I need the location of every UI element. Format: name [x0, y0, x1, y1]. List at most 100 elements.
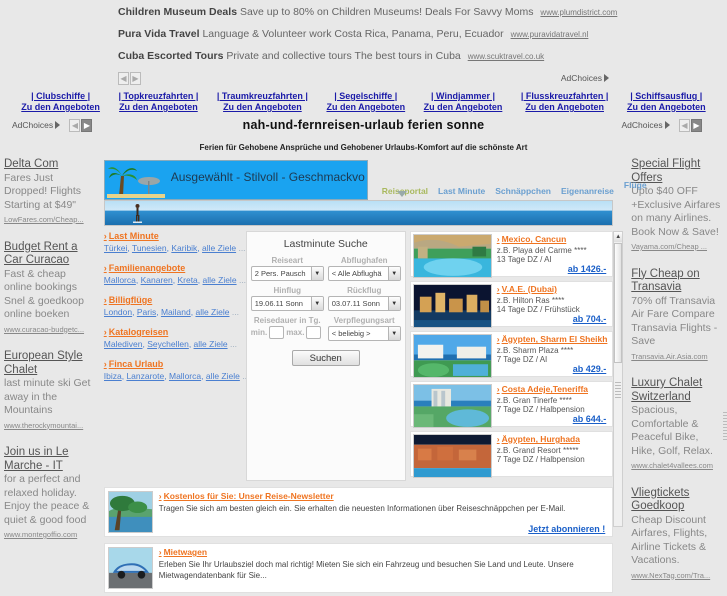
site-banner[interactable]: Ausgewählt - Stilvoll - Geschmackvo: [103, 160, 368, 200]
sublink[interactable]: London: [104, 307, 132, 317]
sidebar-ad[interactable]: Delta Com Fares Just Dropped! Flights St…: [4, 158, 96, 227]
cruise-link-bottom[interactable]: Zu den Angeboten: [627, 102, 706, 113]
mietwagen-promo[interactable]: › Mietwagen Erleben Sie Ihr Urlaubsziel d…: [103, 543, 614, 593]
cruise-link-cell[interactable]: | Windjammer | Zu den Angeboten: [424, 91, 503, 113]
sublink[interactable]: Malediven: [104, 339, 143, 349]
sidebar-ad[interactable]: Special Flight Offers Upto $40 OFF +Excl…: [631, 158, 723, 254]
sublink[interactable]: Kreta: [177, 275, 197, 285]
cruise-link-cell[interactable]: | Flusskreuzfahrten | Zu den Angeboten: [521, 91, 609, 113]
sidebar-ad-url[interactable]: www.montegoffio.com: [4, 528, 96, 542]
next-arrow-icon[interactable]: ▶: [130, 72, 141, 85]
abflughafen-select[interactable]: < Alle Abflughä ▼: [327, 266, 401, 281]
offer-title[interactable]: › Ägypten, Sharm El Sheikh: [497, 334, 611, 344]
scroll-up-arrow-icon[interactable]: ▲: [614, 232, 623, 242]
tab-eigenanreise[interactable]: Eigenanreise: [561, 186, 614, 196]
prev-arrow-icon[interactable]: ◀: [118, 72, 129, 85]
sublink[interactable]: Tunesien: [132, 243, 167, 253]
verpflegung-select[interactable]: < beliebig > ▼: [327, 326, 401, 341]
sidebar-ad-url[interactable]: www.NexTag.com/Tra...: [631, 569, 723, 583]
offer-title[interactable]: › Mexico, Cancun: [497, 234, 611, 244]
category-heading[interactable]: › Familienangebote: [104, 263, 246, 273]
cruise-link-top[interactable]: | Segelschiffe |: [326, 91, 405, 102]
top-ad-url[interactable]: www.plumdistrict.com: [540, 8, 617, 17]
offers-scrollbar[interactable]: ▲: [613, 231, 624, 527]
cruise-link-bottom[interactable]: Zu den Angeboten: [521, 102, 609, 113]
sidebar-ad-heading[interactable]: Fly Cheap on Transavia: [631, 268, 723, 295]
offer-price[interactable]: ab 704.-: [573, 314, 607, 324]
offer-price[interactable]: ab 644.-: [573, 414, 607, 424]
newsletter-subscribe-link[interactable]: Jetzt abonnieren !: [528, 524, 605, 534]
sidebar-ad-url[interactable]: www.curacao-budgetc...: [4, 323, 96, 337]
top-ad-url[interactable]: www.scuktravel.co.uk: [468, 52, 544, 61]
top-ad-row[interactable]: Cuba Escorted Tours Private and collecti…: [118, 50, 727, 63]
sublink[interactable]: Seychellen: [147, 339, 189, 349]
category-heading[interactable]: › Last Minute: [104, 231, 246, 241]
ad-carousel-arrows[interactable]: ◀ ▶: [118, 72, 142, 85]
adchoices-left[interactable]: AdChoices ◀ ▶: [12, 119, 93, 132]
newsletter-title[interactable]: › Kostenlos für Sie: Unser Reise-Newslett…: [159, 491, 610, 501]
sublink[interactable]: Kanaren: [141, 275, 173, 285]
tab-last-minute[interactable]: Last Minute: [438, 186, 485, 196]
tab-fluege[interactable]: Flüge: [624, 180, 647, 190]
rueckflug-select[interactable]: 03.07.11 Sonn ▼: [327, 296, 401, 311]
sidebar-ad-url[interactable]: www.therockymountai...: [4, 419, 96, 433]
sidebar-ad-heading[interactable]: Luxury Chalet Switzerland: [631, 377, 723, 404]
adchoices-right[interactable]: AdChoices ◀ ▶: [622, 119, 703, 132]
category-heading[interactable]: › Katalogreisen: [104, 327, 246, 337]
sublink[interactable]: alle Ziele: [206, 371, 240, 381]
sublink[interactable]: Türkei: [104, 243, 128, 253]
sidebar-ad-heading[interactable]: Budget Rent a Car Curacao: [4, 241, 96, 268]
next-arrow-icon[interactable]: ▶: [81, 119, 93, 132]
chevron-down-icon[interactable]: ▼: [310, 267, 323, 280]
sublink[interactable]: Ibiza: [104, 371, 122, 381]
category-heading[interactable]: › Finca Urlaub: [104, 359, 246, 369]
tab-schnaeppchen[interactable]: Schnäppchen: [495, 186, 551, 196]
sidebar-ad[interactable]: European Style Chalet last minute ski Ge…: [4, 350, 96, 432]
cruise-link-cell[interactable]: | Schiffsausflug | Zu den Angeboten: [627, 91, 706, 113]
offer-item[interactable]: › Ägypten, Hurghada z.B. Grand Resort ***…: [409, 431, 614, 478]
sublink[interactable]: alle Ziele: [195, 307, 229, 317]
adchoices-top[interactable]: AdChoices: [561, 73, 609, 83]
cruise-link-cell[interactable]: | Segelschiffe | Zu den Angeboten: [326, 91, 405, 113]
scrollbar-thumb[interactable]: [614, 243, 623, 363]
reiseart-select[interactable]: 2 Pers. Pausch ▼: [250, 266, 324, 281]
sidebar-ad[interactable]: Budget Rent a Car Curacao Fast & cheap o…: [4, 241, 96, 337]
offer-title[interactable]: › Ägypten, Hurghada: [497, 434, 611, 444]
sidebar-ad-url[interactable]: www.chalet4vallees.com: [631, 459, 723, 473]
sidebar-ad-url[interactable]: Transavia.Air.Asia.com: [631, 350, 723, 364]
sidebar-ad-url[interactable]: LowFares.com/Cheap...: [4, 213, 96, 227]
sidebar-ad[interactable]: Luxury Chalet Switzerland Spacious, Comf…: [631, 377, 723, 473]
newsletter-promo[interactable]: › Kostenlos für Sie: Unser Reise-Newslett…: [103, 487, 614, 537]
cruise-link-cell[interactable]: | Topkreuzfahrten | Zu den Angeboten: [118, 91, 198, 113]
chevron-down-icon[interactable]: ▼: [387, 327, 400, 340]
cruise-link-top[interactable]: | Topkreuzfahrten |: [118, 91, 198, 102]
chevron-down-icon[interactable]: ▼: [310, 297, 323, 310]
sublink[interactable]: Mallorca: [104, 275, 136, 285]
sublink[interactable]: Mailand: [161, 307, 191, 317]
sublink[interactable]: alle Ziele: [202, 243, 236, 253]
cruise-link-top[interactable]: | Schiffsausflug |: [627, 91, 706, 102]
sublink[interactable]: Lanzarote: [126, 371, 164, 381]
top-ad-row[interactable]: Children Museum Deals Save up to 80% on …: [118, 6, 727, 19]
hinflug-select[interactable]: 19.06.11 Sonn ▼: [250, 296, 324, 311]
offer-price[interactable]: ab 1426.-: [568, 264, 607, 274]
offer-item[interactable]: › V.A.E. (Dubai) z.B. Hilton Ras **** 14 …: [409, 281, 614, 328]
sublink[interactable]: alle Ziele: [194, 339, 228, 349]
offer-item[interactable]: › Costa Adeje,Teneriffa z.B. Gran Tinerfe…: [409, 381, 614, 428]
mietwagen-title[interactable]: › Mietwagen: [159, 547, 610, 557]
top-ad-title[interactable]: Pura Vida Travel: [118, 28, 200, 40]
chevron-down-icon[interactable]: ▼: [387, 297, 400, 310]
cruise-link-top[interactable]: | Flusskreuzfahrten |: [521, 91, 609, 102]
reisedauer-max-input[interactable]: [306, 326, 322, 339]
sidebar-ad[interactable]: Fly Cheap on Transavia 70% off Transavia…: [631, 268, 723, 364]
sidebar-ad-heading[interactable]: Vliegtickets Goedkoop: [631, 487, 723, 514]
offer-item[interactable]: › Mexico, Cancun z.B. Playa del Carme ***…: [409, 231, 614, 278]
top-ad-title[interactable]: Cuba Escorted Tours: [118, 50, 223, 62]
reisedauer-min-input[interactable]: [269, 326, 285, 339]
sublink[interactable]: Mallorca: [169, 371, 201, 381]
cruise-link-top[interactable]: | Windjammer |: [424, 91, 503, 102]
left-ad-arrows[interactable]: ◀ ▶: [69, 119, 93, 132]
cruise-link-bottom[interactable]: Zu den Angeboten: [21, 102, 100, 113]
sidebar-ad-heading[interactable]: Join us in Le Marche - IT: [4, 446, 96, 473]
category-heading[interactable]: › Billigflüge: [104, 295, 246, 305]
